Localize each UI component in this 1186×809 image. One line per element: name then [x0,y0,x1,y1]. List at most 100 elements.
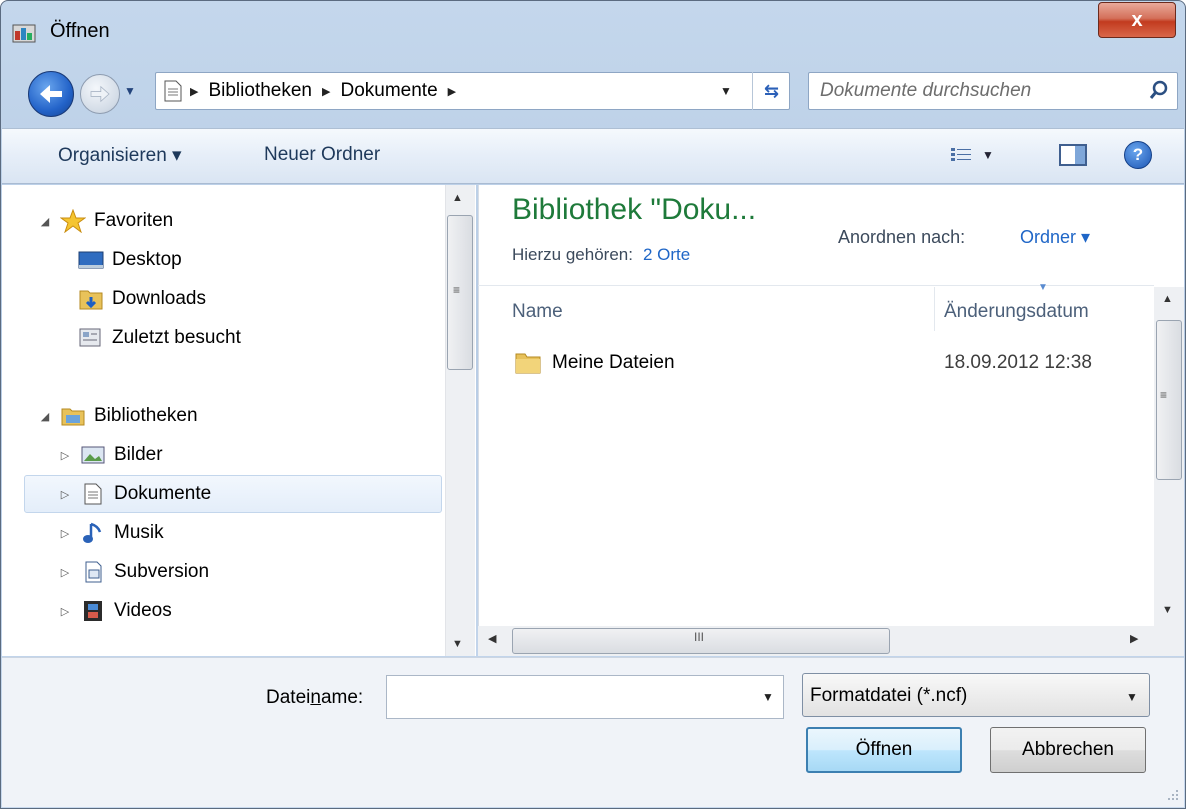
pictures-icon [81,446,105,464]
breadcrumb: ▶ Bibliotheken ▶ Dokumente ▶ [190,80,456,102]
nav-item-dokumente[interactable]: ▷ Dokumente [58,476,211,512]
arrange-by-dropdown[interactable]: Ordner ▾ [1020,227,1090,248]
nav-item-label: Desktop [112,249,182,270]
nav-favorites[interactable]: ◢ Favoriten [38,203,173,239]
new-folder-button[interactable]: Neuer Ordner [264,144,380,166]
filename-input[interactable] [386,675,784,719]
close-icon: x [1131,8,1143,31]
library-includes: Hierzu gehören: 2 Orte [512,245,690,265]
preview-pane-icon[interactable] [1058,142,1088,168]
scroll-right-icon[interactable]: ▶ [1130,632,1138,645]
videos-icon [84,601,102,621]
refresh-button[interactable]: ⇆ [752,72,790,110]
nav-item-label: Subversion [114,561,210,582]
filetype-value: Formatdatei (*.ncf) [810,685,968,706]
breadcrumb-bibliotheken[interactable]: Bibliotheken [208,80,312,102]
chevron-down-icon: ▼ [982,148,994,162]
filename-label-text: Datei [266,687,311,708]
breadcrumb-separator-icon[interactable]: ▶ [322,85,330,98]
collapsed-icon[interactable]: ▷ [58,488,72,501]
collapsed-icon[interactable]: ▷ [58,605,72,618]
collapsed-icon[interactable]: ▷ [58,449,72,462]
app-icon [12,24,36,43]
search-icon[interactable] [1148,79,1170,101]
expanded-icon[interactable]: ◢ [38,215,52,228]
scroll-down-icon[interactable]: ▼ [452,638,463,650]
nav-item-label: Musik [114,522,164,543]
library-title: Bibliothek "Doku... [512,193,757,226]
breadcrumb-separator-icon[interactable]: ▶ [448,85,456,98]
star-icon [60,209,86,233]
search-placeholder: Dokumente durchsuchen [820,80,1032,101]
includes-locations-link[interactable]: 2 Orte [643,245,690,265]
arrow-right-icon [90,85,110,103]
nav-item-label: Downloads [112,288,206,309]
nav-libraries-label: Bibliotheken [94,405,198,426]
downloads-folder-icon [79,290,103,310]
column-divider[interactable] [934,287,935,331]
desktop-icon [78,251,104,269]
scroll-left-icon[interactable]: ◀ [488,632,496,645]
filename-label-text: ame: [320,687,364,708]
collapsed-icon[interactable]: ▷ [58,566,72,579]
file-row-name[interactable]: Meine Dateien [552,352,675,374]
document-icon [164,80,182,102]
help-button[interactable]: ? [1124,141,1152,169]
filename-label: Dateiname: [266,687,363,709]
recent-places-icon [79,328,101,347]
collapsed-icon[interactable]: ▷ [58,527,72,540]
nav-libraries[interactable]: ◢ Bibliotheken [38,398,198,434]
libraries-icon [61,408,85,426]
cancel-button[interactable]: Abbrechen [990,727,1146,773]
nav-item-label: Dokumente [114,483,212,504]
scroll-up-icon[interactable]: ▲ [452,192,463,204]
window-title: Öffnen [50,20,110,42]
recent-locations-dropdown-icon[interactable]: ▼ [124,84,146,106]
filename-label-accesskey: n [310,687,321,708]
address-dropdown-icon[interactable]: ▼ [720,84,732,98]
arrow-left-icon [40,85,62,103]
scroll-grip-icon: ≡ [1160,388,1168,402]
scroll-up-icon[interactable]: ▲ [1162,293,1173,305]
nav-item-label: Zuletzt besucht [112,327,241,348]
includes-label: Hierzu gehören: [512,245,633,264]
scroll-grip-icon: ≡ [453,283,461,297]
breadcrumb-separator-icon[interactable]: ▶ [190,85,198,98]
nav-item-label: Bilder [114,444,163,465]
change-view-button[interactable]: ▼ [950,142,1020,168]
nav-favorites-label: Favoriten [94,210,174,231]
forward-button[interactable] [80,74,120,114]
folder-icon[interactable] [514,350,542,376]
documents-icon [84,483,102,505]
scrollbar-corner [1154,626,1184,656]
chevron-down-icon[interactable]: ▼ [1126,690,1138,704]
nav-item-videos[interactable]: ▷ Videos [58,593,172,629]
filename-dropdown-icon[interactable]: ▼ [762,690,774,704]
nav-item-downloads[interactable]: Downloads [78,281,206,317]
refresh-icon: ⇆ [763,80,780,101]
column-header-name[interactable]: Name [512,301,563,323]
details-view-icon [951,148,971,161]
arrange-by-label: Anordnen nach: [838,227,966,247]
scroll-grip-icon: III [694,630,705,644]
sort-indicator-icon: ▼ [1038,282,1048,293]
resize-grip-icon[interactable] [1162,786,1180,804]
help-icon: ? [1132,145,1144,164]
nav-item-desktop[interactable]: Desktop [78,242,182,278]
nav-item-musik[interactable]: ▷ Musik [58,515,164,551]
nav-item-subversion[interactable]: ▷ Subversion [58,554,209,590]
breadcrumb-dokumente[interactable]: Dokumente [340,80,437,102]
close-button[interactable]: x [1098,2,1176,38]
scroll-down-icon[interactable]: ▼ [1162,604,1173,616]
file-row-date: 18.09.2012 12:38 [944,352,1092,373]
expanded-icon[interactable]: ◢ [38,410,52,423]
subversion-library-icon [85,561,102,583]
column-header-date[interactable]: Änderungsdatum [944,301,1089,323]
music-icon [83,522,102,543]
nav-item-label: Videos [114,600,172,621]
nav-item-bilder[interactable]: ▷ Bilder [58,437,163,473]
open-button[interactable]: Öffnen [806,727,962,773]
organize-button[interactable]: Organisieren ▾ [58,144,182,167]
back-button[interactable] [28,71,74,117]
nav-item-recent[interactable]: Zuletzt besucht [78,320,241,356]
